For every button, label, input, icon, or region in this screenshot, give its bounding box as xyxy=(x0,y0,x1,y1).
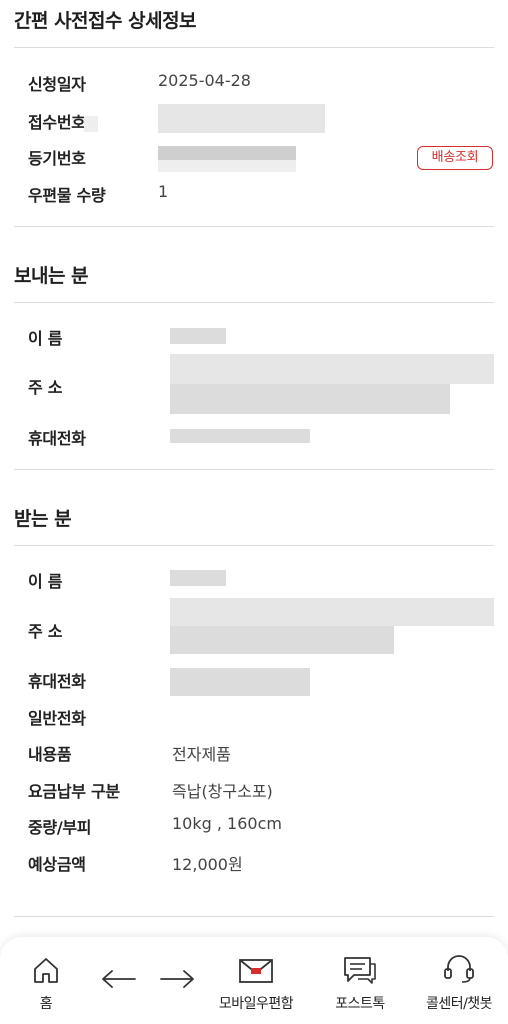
sender-mobile-label: 휴대전화 xyxy=(28,429,86,448)
redacted-tracking-no xyxy=(158,146,296,160)
recipient-row-fee: 예상금액 12,000원 xyxy=(28,849,494,875)
redacted-sender-name xyxy=(170,328,226,344)
divider xyxy=(14,545,494,546)
recipient-row-name: 이 름 xyxy=(28,566,494,592)
redacted-recipient-mobile xyxy=(170,668,310,696)
recipient-row-phone: 일반전화 xyxy=(28,703,494,729)
quantity-value: 1 xyxy=(158,182,169,201)
divider xyxy=(14,226,494,227)
redacted-recipient-name xyxy=(170,570,226,586)
recipient-row-contents: 내용품 전자제품 xyxy=(28,739,494,765)
bottom-navigation: 홈 모바일우편함 포스트톡 콜센터/챗봇 xyxy=(0,937,508,1024)
recipient-mobile-label: 휴대전화 xyxy=(28,672,86,691)
track-delivery-button[interactable]: 배송조회 xyxy=(417,146,493,170)
date-value: 2025-04-28 xyxy=(158,71,251,90)
chat-bubble-icon xyxy=(344,957,376,984)
info-row-quantity: 우편물 수량 1 xyxy=(28,180,494,206)
redacted-value xyxy=(84,116,98,132)
nav-posttalk-label: 포스트톡 xyxy=(335,996,385,1012)
nav-mobile-mailbox[interactable]: 모바일우편함 xyxy=(208,937,304,1024)
payment-value: 즉납(창구소포) xyxy=(172,782,273,801)
nav-posttalk[interactable]: 포스트톡 xyxy=(322,937,398,1024)
info-row-date: 신청일자 2025-04-28 xyxy=(28,69,494,95)
contents-label: 내용품 xyxy=(28,745,72,764)
nav-callcenter[interactable]: 콜센터/챗봇 xyxy=(414,937,504,1024)
headset-icon xyxy=(444,955,474,983)
date-label: 신청일자 xyxy=(28,75,86,94)
payment-label: 요금납부 구분 xyxy=(28,782,120,801)
arrow-right-icon xyxy=(160,970,194,988)
recipient-row-weight: 중량/부피 10kg , 160cm xyxy=(28,812,494,838)
divider xyxy=(14,916,494,917)
nav-callcenter-label: 콜센터/챗봇 xyxy=(425,996,493,1012)
sender-section-title: 보내는 분 xyxy=(14,265,89,287)
redacted-receipt-no xyxy=(158,104,325,133)
sender-address-label: 주 소 xyxy=(28,378,63,397)
detail-page: 간편 사전접수 상세정보 신청일자 2025-04-28 접수번호 등기번호 배… xyxy=(0,0,508,1024)
sender-name-label: 이 름 xyxy=(28,329,63,348)
recipient-name-label: 이 름 xyxy=(28,572,63,591)
receipt-no-label: 접수번호 xyxy=(28,113,86,132)
fee-label: 예상금액 xyxy=(28,855,86,874)
divider xyxy=(14,469,494,470)
arrow-left-icon xyxy=(102,970,136,988)
sender-row-name: 이 름 xyxy=(28,323,494,349)
tracking-no-label: 등기번호 xyxy=(28,149,86,168)
back-button[interactable] xyxy=(98,937,140,1024)
page-title: 간편 사전접수 상세정보 xyxy=(14,10,197,32)
recipient-address-label: 주 소 xyxy=(28,622,63,641)
recipient-row-payment: 요금납부 구분 즉납(창구소포) xyxy=(28,776,494,802)
nav-home-label: 홈 xyxy=(39,996,53,1012)
recipient-phone-label: 일반전화 xyxy=(28,709,86,728)
redacted-sender-mobile xyxy=(170,429,310,443)
home-icon xyxy=(34,958,58,983)
nav-home[interactable]: 홈 xyxy=(18,937,74,1024)
envelope-icon xyxy=(239,959,273,983)
divider xyxy=(14,302,494,303)
fee-value: 12,000원 xyxy=(172,855,243,874)
redacted-sender-address-line1 xyxy=(170,354,494,384)
weight-value: 10kg , 160cm xyxy=(172,814,282,833)
redacted-sender-address-line2 xyxy=(170,384,450,414)
redacted-tracking-no-lower xyxy=(158,160,296,172)
contents-value: 전자제품 xyxy=(172,745,231,764)
quantity-label: 우편물 수량 xyxy=(28,186,106,205)
redacted-recipient-address-line2 xyxy=(170,626,394,654)
recipient-section-title: 받는 분 xyxy=(14,508,72,530)
weight-label: 중량/부피 xyxy=(28,818,92,837)
redacted-recipient-address-line1 xyxy=(170,598,494,626)
divider xyxy=(14,47,494,48)
forward-button[interactable] xyxy=(156,937,198,1024)
nav-mobile-mailbox-label: 모바일우편함 xyxy=(218,996,294,1012)
